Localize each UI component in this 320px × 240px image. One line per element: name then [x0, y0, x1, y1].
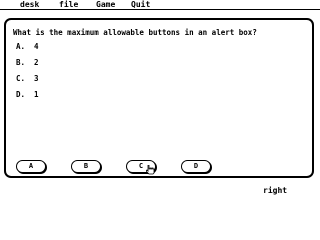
- menu-quit[interactable]: Quit: [131, 0, 150, 9]
- question-text: What is the maximum allowable buttons in…: [13, 28, 257, 37]
- option-letter: D.: [16, 90, 26, 99]
- menu-bar: desk file Game Quit: [0, 0, 320, 10]
- answer-a-button[interactable]: A: [16, 160, 46, 173]
- alert-dialog: What is the maximum allowable buttons in…: [4, 18, 314, 178]
- option-value: 3: [34, 74, 39, 83]
- answer-b-button[interactable]: B: [71, 160, 101, 173]
- menu-desk[interactable]: desk: [20, 0, 39, 9]
- option-value: 1: [34, 90, 39, 99]
- answer-d-button[interactable]: D: [181, 160, 211, 173]
- option-a: A. 4: [16, 42, 39, 51]
- option-d: D. 1: [16, 90, 39, 99]
- menu-game[interactable]: Game: [96, 0, 115, 9]
- option-letter: A.: [16, 42, 26, 51]
- option-letter: B.: [16, 58, 26, 67]
- option-c: C. 3: [16, 74, 39, 83]
- option-value: 2: [34, 58, 39, 67]
- menu-file[interactable]: file: [59, 0, 78, 9]
- pointing-hand-icon: [146, 165, 155, 175]
- option-letter: C.: [16, 74, 26, 83]
- option-b: B. 2: [16, 58, 39, 67]
- result-status: right: [263, 186, 288, 195]
- option-value: 4: [34, 42, 39, 51]
